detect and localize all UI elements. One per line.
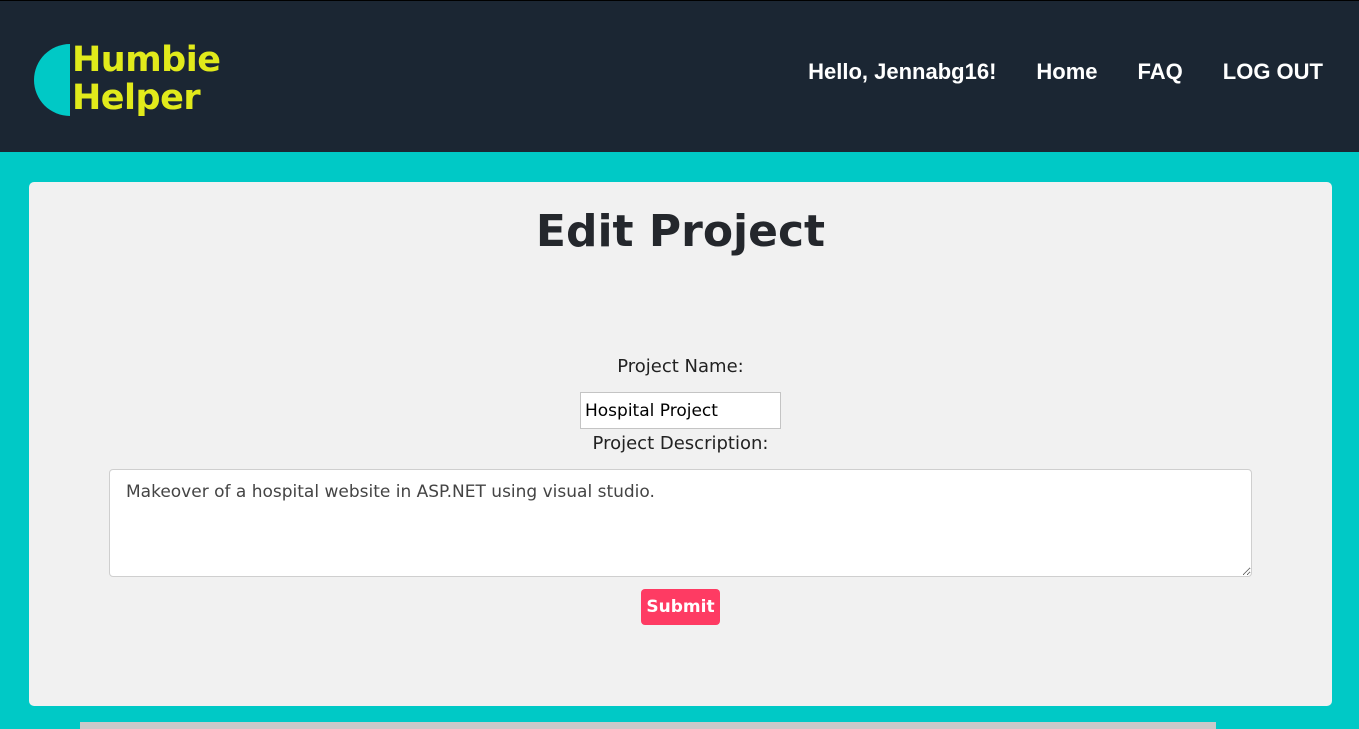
nav-greeting-link[interactable]: Hello, Jennabg16! [808,59,996,85]
submit-button[interactable]: Submit [641,589,720,625]
nav-home-link[interactable]: Home [1036,59,1097,85]
project-name-label: Project Name: [617,356,744,377]
logo-line-1: Humbie [72,40,221,80]
humbie-helper-logo[interactable]: Humbie Helper [34,41,224,121]
nav-logout-link[interactable]: LOG OUT [1223,59,1323,85]
project-description-textarea[interactable]: Makeover of a hospital website in ASP.NE… [109,469,1252,577]
top-navbar: Humbie Helper Hello, Jennabg16! Home FAQ… [0,0,1359,152]
nav-faq-link[interactable]: FAQ [1138,59,1183,85]
project-name-input[interactable] [580,392,781,429]
edit-project-panel: Edit Project Project Name: Project Descr… [29,182,1332,706]
bottom-edge [80,722,1216,729]
project-description-label: Project Description: [592,433,769,454]
page-title: Edit Project [535,206,826,257]
nav-links: Hello, Jennabg16! Home FAQ LOG OUT [808,59,1323,85]
logo-line-2: Helper [72,78,201,118]
logo-text: Humbie Helper [72,40,221,118]
